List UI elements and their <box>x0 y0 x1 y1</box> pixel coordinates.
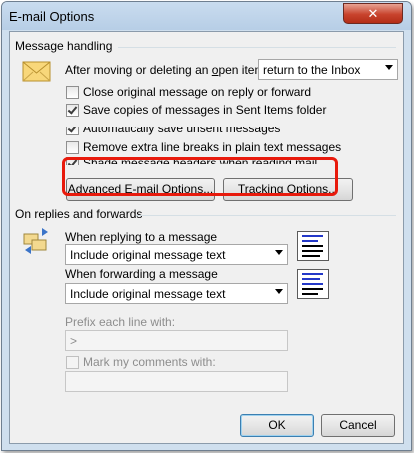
save-copies-checkbox[interactable] <box>66 104 79 117</box>
replies-divider <box>136 215 396 216</box>
autosave-checkbox[interactable] <box>66 127 79 135</box>
dialog-title: E-mail Options <box>9 9 95 24</box>
highlight-annotation-box <box>62 157 338 196</box>
preview-line <box>302 278 320 280</box>
replying-label: When replying to a message <box>65 230 218 244</box>
message-handling-title: Message handling <box>15 39 113 53</box>
close-button[interactable]: ✕ <box>343 3 403 24</box>
forwarding-value: Include original message text <box>70 287 226 301</box>
title-bar[interactable]: E-mail Options ✕ <box>2 2 411 30</box>
mark-comments-input[interactable] <box>65 371 288 392</box>
preview-line <box>302 255 320 257</box>
mark-comments-label: Mark my comments with: <box>83 355 216 369</box>
prefix-input[interactable]: > <box>65 330 288 351</box>
mark-comments-checkbox[interactable] <box>66 356 79 369</box>
remove-line-breaks-checkbox[interactable] <box>66 141 79 154</box>
autosave-label: Automatically save unsent messages <box>83 121 281 135</box>
forward-preview-image <box>297 269 329 299</box>
ok-button[interactable]: OK <box>240 414 314 437</box>
cancel-button[interactable]: Cancel <box>321 414 395 437</box>
after-moving-value: return to the Inbox <box>263 63 361 77</box>
save-copies-label: Save copies of messages in Sent Items fo… <box>83 103 327 117</box>
chevron-down-icon[interactable] <box>275 289 283 294</box>
chevron-down-icon[interactable] <box>385 65 393 70</box>
prefix-value: > <box>70 334 78 348</box>
replying-value: Include original message text <box>70 248 226 262</box>
preview-line <box>302 283 323 285</box>
reply-preview-image <box>297 231 329 261</box>
preview-line <box>302 273 323 275</box>
forwarding-label: When forwarding a message <box>65 267 218 281</box>
chevron-down-icon[interactable] <box>275 250 283 255</box>
envelope-icon <box>22 61 51 82</box>
replying-select[interactable]: Include original message text <box>65 244 288 265</box>
email-options-dialog: E-mail Options ✕ Message handling After … <box>1 1 412 451</box>
preview-line <box>302 293 318 295</box>
after-moving-label: After moving or deleting an open item: <box>65 63 268 77</box>
preview-line <box>302 250 323 252</box>
forwarding-select[interactable]: Include original message text <box>65 283 288 304</box>
message-handling-divider <box>118 47 396 48</box>
after-moving-select[interactable]: return to the Inbox <box>258 59 398 80</box>
reply-forward-icon <box>23 228 48 254</box>
replies-title: On replies and forwards <box>15 207 143 221</box>
close-original-label: Close original message on reply or forwa… <box>83 85 312 99</box>
preview-line <box>302 288 323 290</box>
close-original-checkbox[interactable] <box>66 86 79 99</box>
preview-line <box>302 245 323 247</box>
preview-line <box>302 240 318 242</box>
preview-line <box>302 235 323 237</box>
prefix-label: Prefix each line with: <box>65 315 176 329</box>
remove-line-breaks-label: Remove extra line breaks in plain text m… <box>83 140 342 154</box>
dialog-body: Message handling After moving or deletin… <box>9 31 404 444</box>
